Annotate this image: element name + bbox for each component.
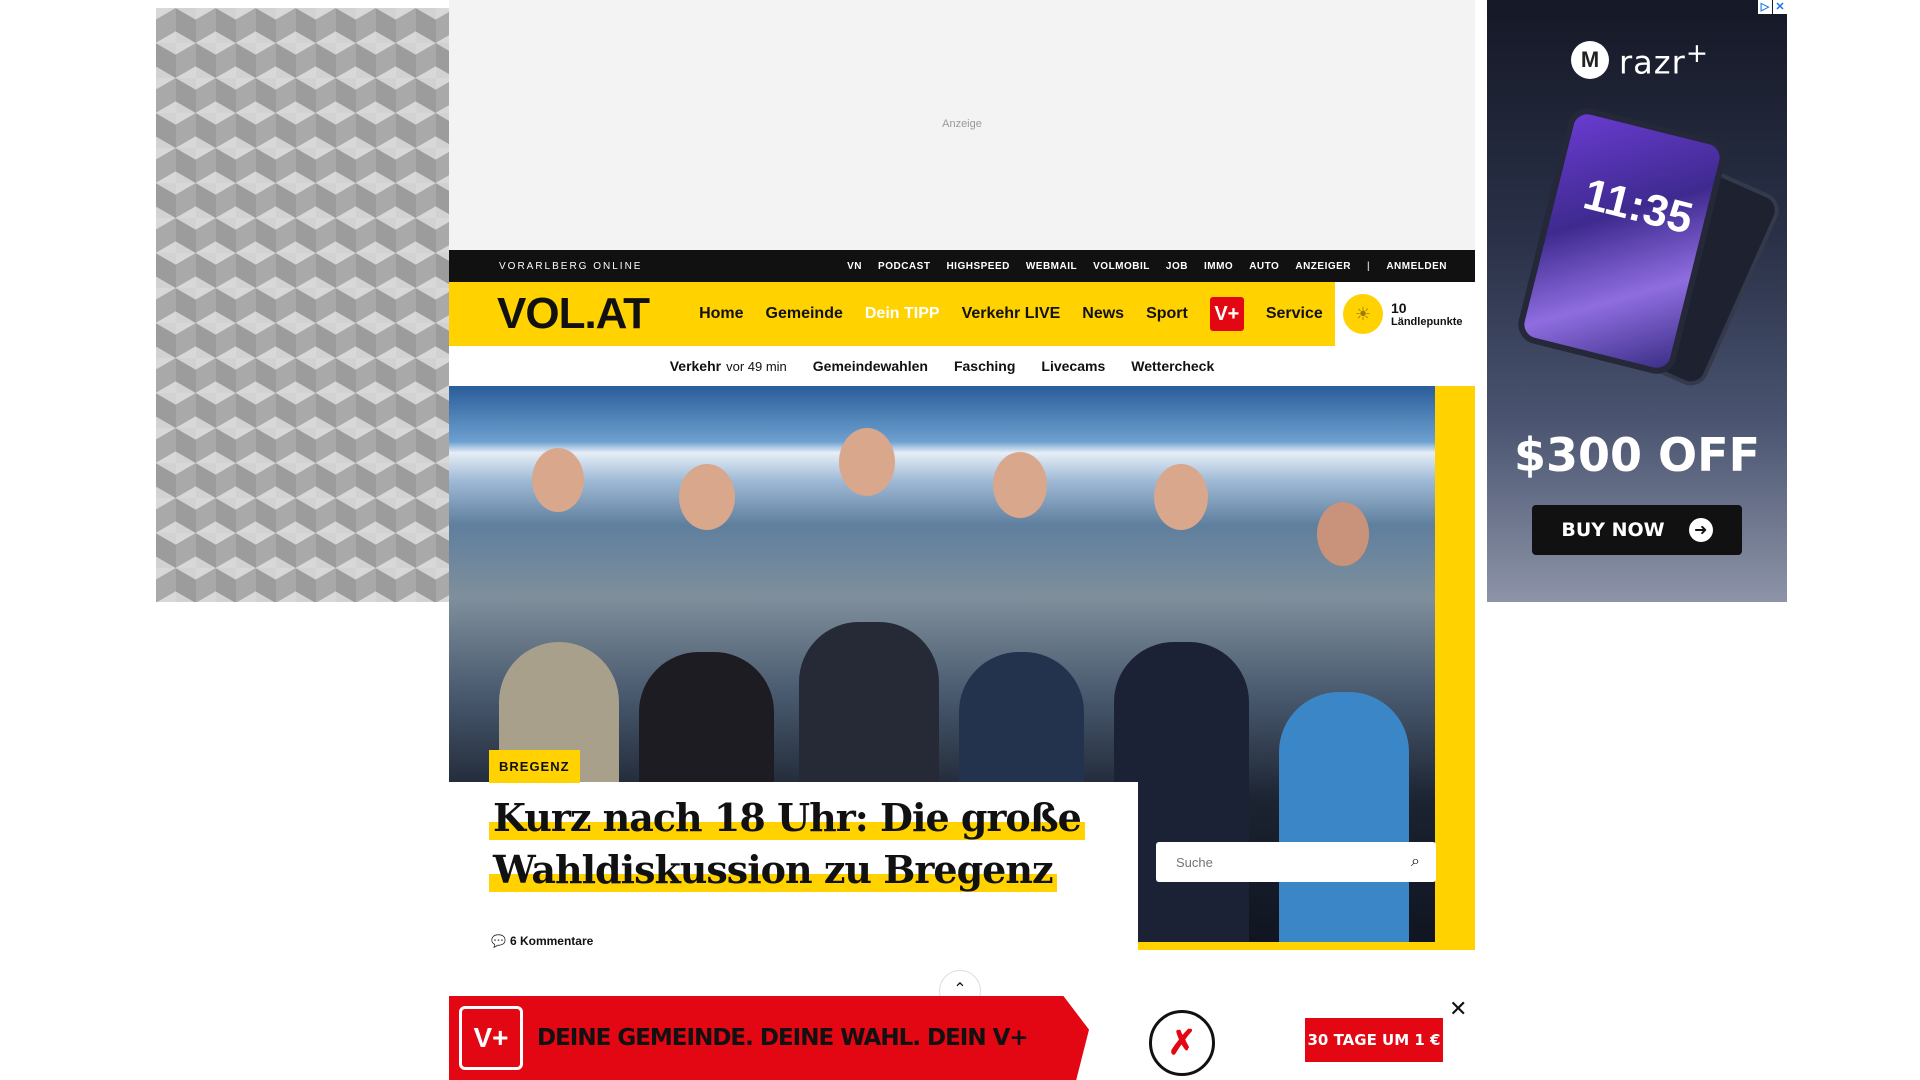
hero: BREGENZ Kurz nach 18 Uhr: Die große Wahl…	[449, 386, 1475, 1012]
comments-link[interactable]: 💬 6 Kommentare	[491, 934, 593, 948]
comment-icon: 💬	[491, 934, 506, 948]
banner-slogan: DEINE GEMEINDE. DEINE WAHL. DEIN V+	[537, 1025, 1029, 1051]
comments-count: 6 Kommentare	[509, 934, 594, 948]
article-headline[interactable]: Kurz nach 18 Uhr: Die große Wahldiskussi…	[489, 792, 1109, 896]
site: VORARLBERG ONLINE VN PODCAST HIGHSPEED W…	[449, 250, 1475, 1080]
top-links: VN PODCAST HIGHSPEED WEBMAIL VOLMOBIL JO…	[847, 261, 1447, 272]
site-name: VORARLBERG ONLINE	[499, 260, 643, 272]
ad-close-icon[interactable]: ✕	[1773, 0, 1787, 14]
article-card[interactable]: BREGENZ Kurz nach 18 Uhr: Die große Wahl…	[449, 750, 1138, 950]
arrow-right-icon: ➜	[1688, 518, 1713, 542]
ad-brand-sup: +	[1685, 38, 1710, 69]
headline-line-2: Wahldiskussion zu Bregenz	[489, 847, 1057, 892]
points-count: 10	[1391, 300, 1407, 316]
login-link[interactable]: ANMELDEN	[1386, 261, 1447, 272]
subnav-verkehr-label: Verkehr	[669, 358, 722, 374]
nav-sport[interactable]: Sport	[1146, 305, 1188, 323]
ballot-icon: ✗	[1149, 1010, 1215, 1076]
left-skin-ad[interactable]	[156, 8, 449, 602]
headline-line-1: Kurz nach 18 Uhr: Die große	[489, 795, 1085, 840]
top-ad-slot[interactable]: Anzeige	[449, 0, 1475, 250]
search-input[interactable]	[1174, 853, 1412, 871]
top-link-highspeed[interactable]: HIGHSPEED	[946, 261, 1009, 272]
adchoices[interactable]: ▷ ✕	[1758, 0, 1787, 14]
points-label: Ländlepunkte	[1391, 316, 1463, 328]
subnav-wettercheck[interactable]: Wettercheck	[1131, 358, 1214, 374]
adchoices-icon[interactable]: ▷	[1758, 0, 1772, 14]
subnav-fasching[interactable]: Fasching	[954, 358, 1015, 374]
ad-phone-image: 11:35	[1511, 103, 1785, 392]
top-link-webmail[interactable]: WEBMAIL	[1026, 261, 1077, 272]
top-link-anzeiger[interactable]: ANZEIGER	[1295, 261, 1351, 272]
vplus-icon[interactable]: V+	[1209, 297, 1244, 331]
nav-news[interactable]: News	[1082, 305, 1124, 323]
top-link-immo[interactable]: IMMO	[1204, 261, 1233, 272]
top-link-job[interactable]: JOB	[1166, 261, 1188, 272]
site-logo[interactable]: VOL.AT	[497, 289, 650, 339]
right-ad-banner[interactable]: ▷ ✕ M razr+ 11:35 $300 OFF BUY NOW ➜	[1487, 0, 1787, 602]
vplus-banner-logo: V+	[459, 1006, 523, 1070]
ad-brand-name: razr	[1619, 43, 1686, 82]
subscribe-button[interactable]: 30 TAGE UM 1 €	[1305, 1018, 1443, 1062]
search-box: ⌕	[1156, 842, 1436, 882]
search-icon[interactable]: ⌕	[1411, 853, 1420, 871]
top-link-auto[interactable]: AUTO	[1249, 261, 1279, 272]
nav-verkehr-live[interactable]: Verkehr LIVE	[962, 305, 1061, 323]
ad-offer: $300 OFF	[1514, 428, 1760, 482]
laendlepunkte[interactable]: ☀ 10 Ländlepunkte	[1335, 282, 1475, 346]
top-link-volmobil[interactable]: VOLMOBIL	[1093, 261, 1150, 272]
nav-service[interactable]: Service	[1266, 305, 1323, 323]
nav-home[interactable]: Home	[699, 305, 743, 323]
ad-buy-now-button[interactable]: BUY NOW ➜	[1532, 505, 1742, 555]
ad-label: Anzeige	[942, 118, 982, 130]
subnav-livecams[interactable]: Livecams	[1041, 358, 1105, 374]
subnav-verkehr-time: vor 49 min	[726, 359, 787, 374]
sub-nav: Verkehr vor 49 min Gemeindewahlen Faschin…	[409, 346, 1475, 386]
close-icon[interactable]: ✕	[1449, 996, 1467, 1022]
subnav-gemeindewahlen[interactable]: Gemeindewahlen	[813, 358, 928, 374]
category-tag[interactable]: BREGENZ	[489, 750, 580, 783]
mountain-sun-icon: ☀	[1343, 294, 1383, 334]
top-link-vn[interactable]: VN	[847, 261, 862, 272]
main-nav: VOL.AT Home Gemeinde Dein TIPP Verkehr L…	[449, 282, 1475, 346]
motorola-logo-icon: M	[1571, 40, 1609, 79]
top-bar: VORARLBERG ONLINE VN PODCAST HIGHSPEED W…	[449, 250, 1475, 282]
top-link-podcast[interactable]: PODCAST	[878, 261, 930, 272]
subnav-verkehr[interactable]: Verkehr vor 49 min	[670, 358, 787, 374]
ad-buy-label: BUY NOW	[1561, 519, 1665, 541]
nav-gemeinde[interactable]: Gemeinde	[766, 305, 843, 323]
top-separator: |	[1367, 260, 1371, 272]
nav-dein-tipp[interactable]: Dein TIPP	[865, 305, 940, 323]
bottom-promo-banner[interactable]: V+ DEINE GEMEINDE. DEINE WAHL. DEIN V+ ✗…	[449, 996, 1475, 1080]
ad-brand: M razr+	[1571, 38, 1709, 82]
